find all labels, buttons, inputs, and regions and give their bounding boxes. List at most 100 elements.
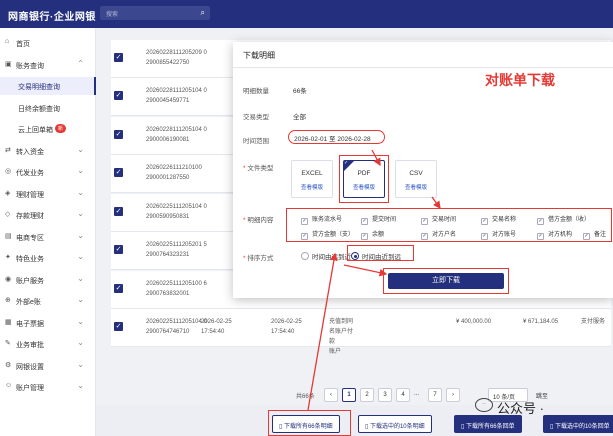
menu-icon: ⊕ (5, 297, 11, 304)
type-label: 交易类型 (243, 114, 269, 121)
sidebar-item[interactable]: ◎ 代发业务 ⌄ (0, 163, 96, 181)
row-checkbox[interactable]: ✓ (114, 322, 123, 331)
search-input[interactable]: 搜索 ⌕ (100, 6, 210, 20)
sidebar-item[interactable]: 云上回单箱新 (0, 120, 96, 138)
field-checkbox[interactable]: ✓ 账务流水号 (301, 214, 342, 225)
checkbox-icon: ✓ (583, 233, 590, 240)
chevron-icon[interactable]: ⌄ (77, 209, 84, 218)
sidebar-item[interactable]: ▣ 账务查询 ⌃ (0, 56, 96, 74)
sidebar-item[interactable]: ✦ 特色业务 ⌄ (0, 249, 96, 267)
row-checkbox[interactable]: ✓ (114, 207, 123, 216)
new-badge: 新 (55, 124, 67, 133)
sidebar-item[interactable]: 交易明细查询 (0, 77, 96, 95)
sidebar-item[interactable]: ◇ 存款理财 ⌄ (0, 206, 96, 224)
sidebar-item-label: 云上回单箱 (18, 127, 53, 134)
row-checkbox[interactable]: ✓ (114, 130, 123, 139)
checkbox-icon: ✓ (537, 233, 544, 240)
cell-type: 支付服务 (581, 319, 606, 325)
row-checkbox[interactable]: ✓ (114, 53, 123, 62)
sidebar-item[interactable]: ◉ 账户服务 ⌄ (0, 271, 96, 289)
menu-icon: ✎ (5, 340, 11, 347)
sidebar-item[interactable]: ✎ 业务审批 ⌄ (0, 335, 96, 353)
download-all-receipts-button[interactable]: ▯ 下载所有66条回单 (454, 415, 522, 433)
cell-submit-time: 2026-02-25 17:54:40 (201, 319, 232, 335)
sidebar-item[interactable]: ⇄ 转入资金 ⌄ (0, 142, 96, 160)
chevron-icon[interactable]: ⌄ (77, 274, 84, 283)
sidebar-item[interactable]: ◈ 理财管理 ⌄ (0, 185, 96, 203)
chevron-icon[interactable]: ⌃ (77, 59, 84, 68)
format-label-text: 文件类型 (247, 165, 274, 172)
sidebar-item-label: 特色业务 (16, 256, 44, 263)
field-label: 账务流水号 (312, 217, 343, 223)
sidebar-item[interactable]: ⚙ 网银设置 ⌄ (0, 357, 96, 375)
format-excel-option[interactable]: EXCEL 查看模版 (291, 160, 333, 198)
field-checkbox[interactable]: ✓ 对方账号 (481, 229, 516, 240)
field-checkbox[interactable]: ✓ 交易时间 (421, 214, 456, 225)
chevron-icon[interactable]: ⌄ (77, 338, 84, 347)
menu-icon: ☺ (5, 382, 13, 389)
chevron-icon[interactable]: ⌄ (77, 381, 84, 390)
sidebar-item-label: 账户管理 (16, 385, 44, 392)
field-checkbox[interactable]: ✓ 贷方金额（支） (301, 229, 354, 240)
cell-trade-time: 2026-02-25 17:54:40 (271, 319, 302, 335)
download-selected-details-button[interactable]: ▯ 下载选中的10条明细 (358, 415, 432, 433)
sidebar-item-label: 外部e账 (16, 299, 41, 306)
highlight-box-sort (347, 245, 414, 261)
page-last[interactable]: 7 (428, 388, 442, 402)
checkbox-icon: ✓ (421, 218, 428, 225)
chevron-icon[interactable]: ⌄ (77, 317, 84, 326)
menu-icon: ⚙ (5, 361, 12, 369)
chevron-icon[interactable]: ⌄ (77, 145, 84, 154)
cell-serial: 20260225111205100 6 2900763832001 (146, 281, 207, 297)
preview-template-link[interactable]: 查看模版 (292, 183, 332, 191)
sidebar-item[interactable]: ⊕ 外部e账 ⌄ (0, 292, 96, 310)
cell-serial: 20260225111205104 0 2900764746710 (146, 319, 207, 335)
search-icon[interactable]: ⌕ (201, 8, 205, 18)
page-4[interactable]: 4 (396, 388, 410, 402)
field-checkbox[interactable]: ✓ 余额 (361, 229, 384, 240)
chevron-icon[interactable]: ⌄ (77, 295, 84, 304)
field-checkbox[interactable]: ✓ 交易名称 (481, 214, 516, 225)
chevron-icon[interactable]: ⌄ (77, 231, 84, 240)
next-page-button[interactable]: › (446, 388, 460, 402)
chevron-icon[interactable]: ⌄ (77, 188, 84, 197)
bank-logo: 网商银行·企业网银 (8, 12, 96, 23)
sort-label-text: 排序方式 (247, 255, 274, 262)
field-checkbox[interactable]: ✓ 借方金额（收） (537, 214, 590, 225)
sidebar-item[interactable]: ⌂ 首页 (0, 34, 96, 52)
page-3[interactable]: 3 (378, 388, 392, 402)
chevron-icon[interactable]: ⌄ (77, 252, 84, 261)
prev-page-button[interactable]: ‹ (324, 388, 338, 402)
row-checkbox[interactable]: ✓ (114, 91, 123, 100)
chevron-icon[interactable]: ⌄ (77, 360, 84, 369)
field-label: 交易时间 (432, 217, 457, 223)
download-selected-receipts-button[interactable]: ▯ 下载选中的10条回单 (543, 415, 613, 433)
page-2[interactable]: 2 (360, 388, 374, 402)
row-checkbox[interactable]: ✓ (114, 245, 123, 254)
table-row[interactable]: ✓ 20260225111205104 0 2900764746710 2026-0… (111, 309, 611, 355)
format-csv-option[interactable]: CSV 查看模版 (395, 160, 437, 198)
page-1[interactable]: 1 (342, 388, 356, 402)
sidebar-item[interactable]: 日终余额查询 (0, 99, 96, 117)
sidebar-item-label: 网银设置 (16, 363, 44, 371)
date-range-field[interactable]: 2026-02-01 至 2026-02-28 (288, 130, 385, 144)
sort-asc-radio[interactable]: 时间由远到近 (301, 251, 351, 261)
sidebar-item-label: 日终余额查询 (18, 105, 60, 113)
field-checkbox[interactable]: ✓ 备注 (583, 229, 606, 240)
preview-template-link[interactable]: 查看模版 (396, 183, 436, 191)
field-checkbox[interactable]: ✓ 对方机构 (537, 229, 572, 240)
download-now-button[interactable]: 立即下载 (388, 273, 504, 289)
field-checkbox[interactable]: ✓ 对方户名 (421, 229, 456, 240)
sidebar-item[interactable]: ☺ 账户管理 ⌄ (0, 378, 96, 396)
highlight-box-pdf (339, 155, 389, 203)
top-bar: 网商银行·企业网银 搜索 ⌕ (0, 0, 613, 28)
field-checkbox[interactable]: ✓ 提交时间 (361, 214, 396, 225)
sidebar-item[interactable]: ▦ 电子票据 ⌄ (0, 314, 96, 332)
sidebar-item-label: 业务审批 (16, 342, 44, 349)
chevron-icon[interactable]: ⌄ (77, 166, 84, 175)
row-checkbox[interactable]: ✓ (114, 284, 123, 293)
sidebar-item[interactable]: ▤ 电商专区 ⌄ (0, 228, 96, 246)
row-checkbox[interactable]: ✓ (114, 168, 123, 177)
field-label: 贷方金额（支） (312, 232, 355, 238)
menu-icon: ⌂ (5, 38, 10, 45)
